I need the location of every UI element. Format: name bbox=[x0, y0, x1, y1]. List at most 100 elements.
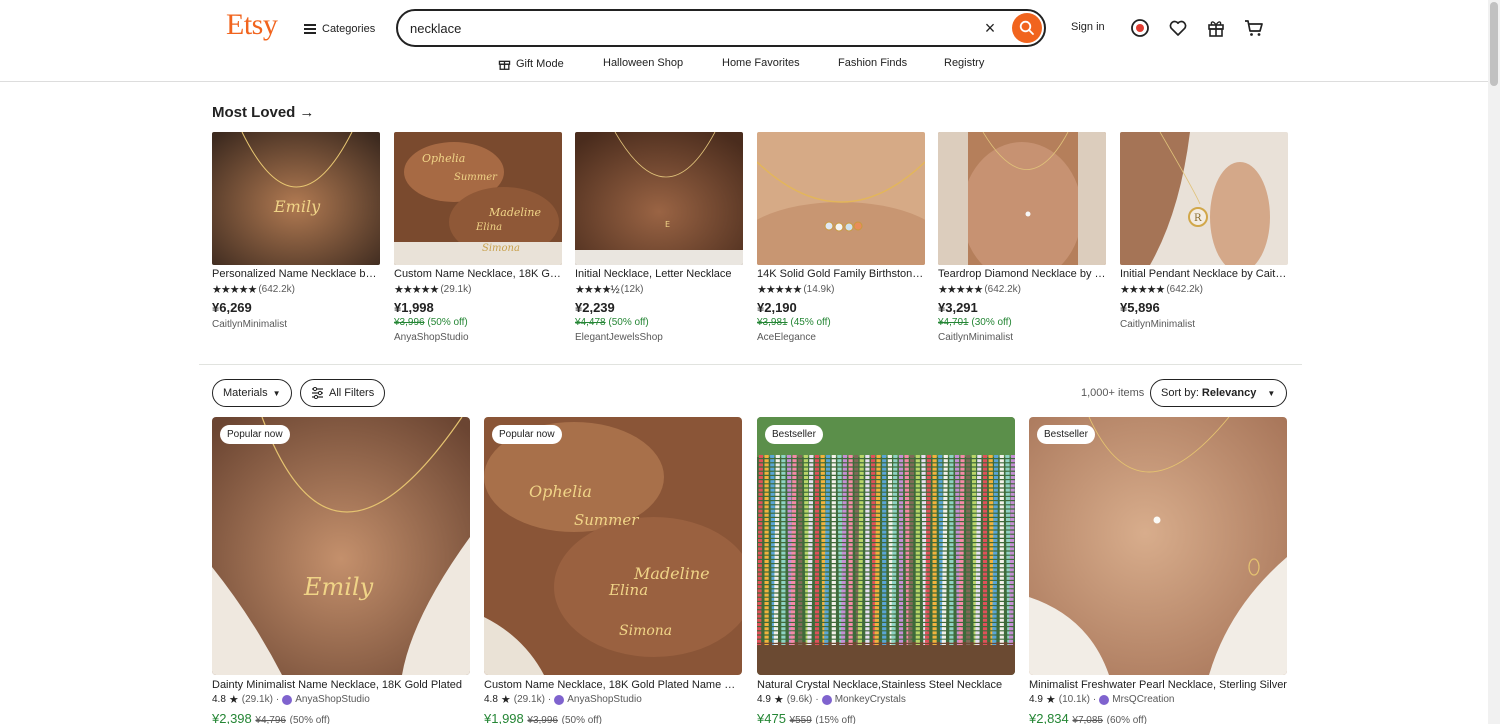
shop-name: AceElegance bbox=[757, 332, 816, 343]
svg-text:Simona: Simona bbox=[619, 623, 672, 639]
categories-button[interactable]: Categories bbox=[304, 18, 375, 40]
product-image[interactable]: E bbox=[575, 132, 743, 265]
search-icon bbox=[1019, 20, 1034, 35]
rating: ★★★★★ (14.9k) bbox=[757, 283, 925, 296]
product-image[interactable]: Ophelia Summer Madeline Elina Simona bbox=[394, 132, 562, 265]
nav-halloween-shop[interactable]: Halloween Shop bbox=[603, 57, 683, 69]
filter-label: Materials bbox=[223, 387, 268, 399]
gift-icon bbox=[498, 60, 511, 70]
product-image[interactable]: Emily Popular now bbox=[212, 417, 470, 675]
review-count: (29.1k) bbox=[513, 694, 545, 705]
etsy-logo[interactable]: Etsy bbox=[226, 8, 278, 42]
listing-card[interactable]: Bestseller Minimalist Freshwater Pearl N… bbox=[1029, 417, 1287, 724]
svg-text:E: E bbox=[665, 220, 670, 229]
gift-icon[interactable] bbox=[1205, 17, 1227, 39]
arrow-right-icon: → bbox=[299, 104, 315, 121]
sort-dropdown[interactable]: Sort by: Relevancy ▼ bbox=[1150, 379, 1287, 407]
scrollbar[interactable] bbox=[1488, 0, 1500, 724]
shop-name[interactable]: MonkeyCrystals bbox=[835, 694, 906, 705]
price-row: ¥475 ¥559 (15% off) bbox=[757, 711, 1015, 724]
site-header: Etsy Categories × Sign in Gift Mode Hall… bbox=[0, 0, 1500, 82]
nav-gift-mode[interactable]: Gift Mode bbox=[498, 57, 564, 70]
clear-search-icon[interactable]: × bbox=[981, 19, 999, 37]
price: ¥1,998 bbox=[394, 300, 434, 315]
search-input[interactable] bbox=[410, 18, 950, 38]
discount: (45% off) bbox=[790, 317, 831, 328]
shop-name: CaitlynMinimalist bbox=[212, 319, 288, 330]
price: ¥2,398 bbox=[212, 711, 252, 724]
listing-card[interactable]: Ophelia Summer Madeline Elina Simona Popular… bbox=[484, 417, 742, 724]
nav-label: Halloween Shop bbox=[603, 57, 684, 69]
strike-price: ¥3,981 bbox=[757, 317, 788, 328]
product-image[interactable] bbox=[757, 132, 925, 265]
product-image[interactable]: R bbox=[1120, 132, 1288, 265]
star-rating-icon: ★★★★★ bbox=[1120, 283, 1165, 296]
product-title[interactable]: 14K Solid Gold Family Birthstone Necklac… bbox=[757, 268, 925, 280]
svg-text:Simona: Simona bbox=[482, 243, 520, 254]
most-loved-card[interactable]: E Initial Necklace, Letter Necklace ★★★★… bbox=[575, 132, 743, 343]
product-image[interactable]: Bestseller bbox=[1029, 417, 1287, 675]
rating-value: 4.9 bbox=[757, 694, 771, 705]
shop-name: CaitlynMinimalist bbox=[938, 332, 1014, 343]
star-icon: ★ bbox=[500, 694, 511, 706]
search-button[interactable] bbox=[1012, 13, 1042, 43]
rating-value: 4.8 bbox=[212, 694, 226, 705]
materials-filter-button[interactable]: Materials ▼ bbox=[212, 379, 292, 407]
most-loved-card[interactable]: Emily Personalized Name Necklace by Cait… bbox=[212, 132, 380, 330]
star-rating-icon: ★★★★★ bbox=[212, 283, 257, 296]
section-title: Most Loved bbox=[212, 104, 296, 121]
original-price: ¥4,796 bbox=[255, 715, 286, 724]
scrollbar-thumb[interactable] bbox=[1490, 2, 1498, 86]
sign-in-link[interactable]: Sign in bbox=[1071, 21, 1105, 33]
svg-text:Emily: Emily bbox=[303, 573, 374, 601]
strike-price: ¥4,478 bbox=[575, 317, 606, 328]
nav-fashion-finds[interactable]: Fashion Finds bbox=[838, 57, 907, 69]
product-title[interactable]: Custom Name Necklace, 18K Gold Plated bbox=[394, 268, 562, 280]
discount: (50% off) bbox=[608, 317, 649, 328]
most-loved-card[interactable]: Ophelia Summer Madeline Elina Simona Custom … bbox=[394, 132, 562, 343]
sort-prefix: Sort by: bbox=[1161, 387, 1199, 399]
rating: 4.8 ★ (29.1k) · AnyaShopStudio bbox=[212, 694, 370, 706]
rating-value: 4.8 bbox=[484, 694, 498, 705]
most-loved-card[interactable]: Teardrop Diamond Necklace by CaitlynMini… bbox=[938, 132, 1106, 343]
product-title[interactable]: Minimalist Freshwater Pearl Necklace, St… bbox=[1029, 679, 1287, 691]
rating: 4.9 ★ (10.1k) · MrsQCreation bbox=[1029, 694, 1175, 706]
price: ¥5,896 bbox=[1120, 300, 1160, 315]
shop-name[interactable]: MrsQCreation bbox=[1112, 694, 1174, 705]
product-title[interactable]: Custom Name Necklace, 18K Gold Plated Na… bbox=[484, 679, 742, 691]
etsy-rewards-icon[interactable] bbox=[1129, 17, 1151, 39]
product-title[interactable]: Dainty Minimalist Name Necklace, 18K Gol… bbox=[212, 679, 470, 691]
product-title[interactable]: Personalized Name Necklace by CaitlynMin… bbox=[212, 268, 380, 280]
search-bar: × bbox=[396, 9, 1046, 47]
popular-badge: Popular now bbox=[220, 425, 290, 444]
all-filters-button[interactable]: All Filters bbox=[300, 379, 386, 407]
cart-icon[interactable] bbox=[1243, 17, 1265, 39]
shop-name[interactable]: AnyaShopStudio bbox=[295, 694, 370, 705]
nav-label: Gift Mode bbox=[516, 57, 564, 70]
shop-name: AnyaShopStudio bbox=[394, 332, 469, 343]
product-title[interactable]: Natural Crystal Necklace,Stainless Steel… bbox=[757, 679, 1015, 691]
product-title[interactable]: Teardrop Diamond Necklace by CaitlynMini… bbox=[938, 268, 1106, 280]
nav-home-favorites[interactable]: Home Favorites bbox=[722, 57, 800, 69]
svg-text:Summer: Summer bbox=[454, 172, 498, 183]
most-loved-heading[interactable]: Most Loved → bbox=[212, 104, 314, 121]
product-title[interactable]: Initial Pendant Necklace by CaitlynMinim… bbox=[1120, 268, 1288, 280]
product-image[interactable]: Bestseller bbox=[757, 417, 1015, 675]
most-loved-card[interactable]: 14K Solid Gold Family Birthstone Necklac… bbox=[757, 132, 925, 343]
product-image[interactable]: Ophelia Summer Madeline Elina Simona Popular… bbox=[484, 417, 742, 675]
shop-name[interactable]: AnyaShopStudio bbox=[567, 694, 642, 705]
most-loved-card[interactable]: R Initial Pendant Necklace by CaitlynMin… bbox=[1120, 132, 1288, 330]
svg-text:Madeline: Madeline bbox=[488, 206, 541, 219]
listing-card[interactable]: Bestseller Natural Crystal Necklace,Stai… bbox=[757, 417, 1015, 724]
review-count: (12k) bbox=[620, 283, 644, 295]
listing-card[interactable]: Emily Popular now Dainty Minimalist Name… bbox=[212, 417, 470, 724]
rating-value: 4.9 bbox=[1029, 694, 1043, 705]
product-image[interactable] bbox=[938, 132, 1106, 265]
heart-icon[interactable] bbox=[1167, 17, 1189, 39]
nav-registry[interactable]: Registry bbox=[944, 57, 984, 69]
product-title[interactable]: Initial Necklace, Letter Necklace bbox=[575, 268, 743, 280]
nav-label: Fashion Finds bbox=[838, 57, 908, 69]
product-image[interactable]: Emily bbox=[212, 132, 380, 265]
price: ¥1,998 bbox=[484, 711, 524, 724]
strike-price: ¥3,996 bbox=[394, 317, 425, 328]
